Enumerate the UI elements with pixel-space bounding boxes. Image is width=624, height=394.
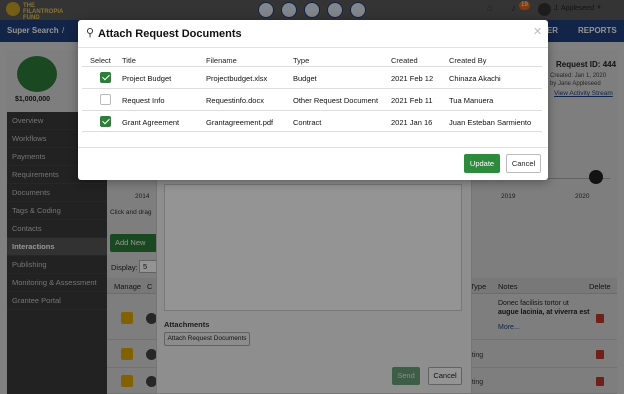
document-created: 2021 Jan 16 — [391, 118, 433, 127]
select-checkbox[interactable] — [100, 94, 111, 105]
document-title: Project Budget — [122, 74, 172, 83]
document-filename: Grantagreement.pdf — [206, 118, 274, 127]
select-checkbox[interactable] — [100, 72, 111, 83]
document-type: Budget — [293, 74, 317, 83]
document-filename: Projectbudget.xlsx — [206, 74, 268, 83]
document-filename: Requestinfo.docx — [206, 96, 264, 105]
column-header-created-by: Created By — [449, 56, 487, 65]
column-header-title: Title — [122, 56, 136, 65]
column-header-type: Type — [293, 56, 310, 65]
cancel-button[interactable]: Cancel — [506, 154, 541, 173]
document-title: Request Info — [122, 96, 165, 105]
column-header-filename: Filename — [206, 56, 237, 65]
close-icon[interactable]: ✕ — [533, 27, 542, 38]
attach-documents-dialog: ⚲ Attach Request Documents ✕ Select Titl… — [78, 20, 548, 180]
dialog-title: Attach Request Documents — [98, 28, 242, 40]
document-created-by: Juan Esteban Sarmiento — [449, 118, 532, 127]
column-header-created: Created — [391, 56, 418, 65]
paperclip-icon: ⚲ — [86, 27, 95, 39]
document-type: Contract — [293, 118, 322, 127]
document-created: 2021 Feb 11 — [391, 96, 433, 105]
table-row[interactable]: Project Budget Projectbudget.xlsx Budget… — [82, 66, 542, 88]
document-type: Other Request Document — [293, 96, 379, 105]
table-row[interactable]: Grant Agreement Grantagreement.pdf Contr… — [82, 110, 542, 132]
dialog-header: ⚲ Attach Request Documents ✕ — [78, 20, 548, 48]
column-header-select: Select — [90, 56, 111, 65]
document-created: 2021 Feb 12 — [391, 74, 434, 83]
update-button[interactable]: Update — [464, 154, 500, 173]
document-created-by: Chinaza Akachi — [449, 74, 501, 83]
select-checkbox[interactable] — [100, 116, 111, 127]
table-row[interactable]: Request Info Requestinfo.docx Other Requ… — [82, 88, 542, 110]
document-created-by: Tua Manuera — [449, 96, 494, 105]
dialog-footer-divider — [78, 147, 548, 148]
document-title: Grant Agreement — [122, 118, 180, 127]
